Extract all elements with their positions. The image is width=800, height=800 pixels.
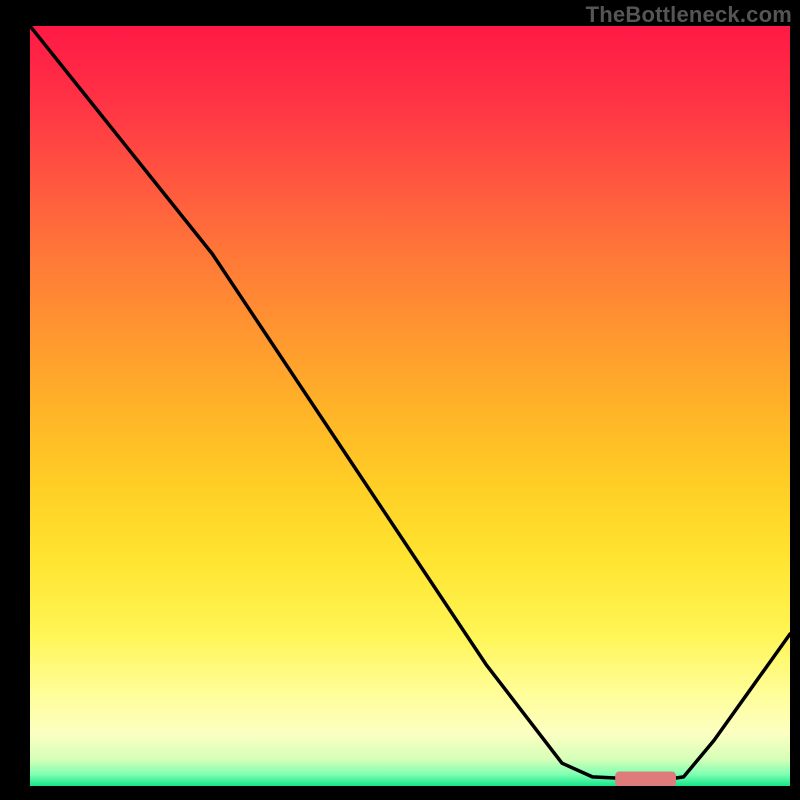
- marker-band: [615, 772, 676, 786]
- watermark-text: TheBottleneck.com: [586, 2, 792, 28]
- gradient-background: [30, 26, 790, 786]
- chart-svg: [30, 26, 790, 786]
- chart-frame: TheBottleneck.com: [0, 0, 800, 800]
- plot-area: [30, 26, 790, 786]
